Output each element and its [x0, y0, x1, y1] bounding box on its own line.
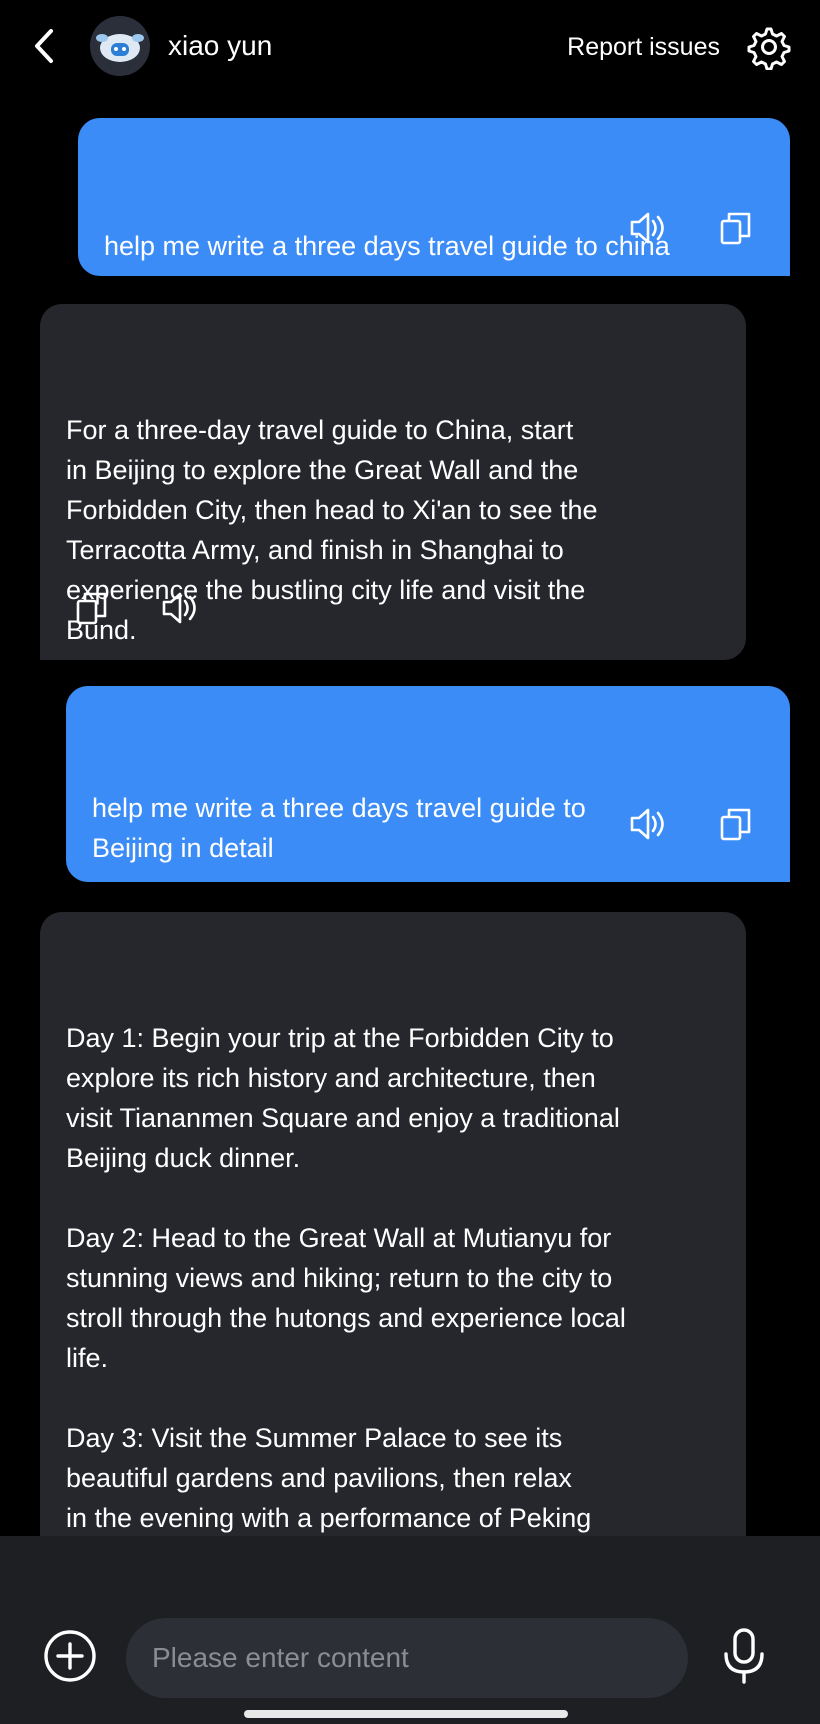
chat-title: xiao yun [168, 30, 273, 61]
message-input[interactable] [150, 1641, 664, 1675]
copy-icon[interactable] [716, 208, 756, 248]
chat-thread[interactable]: help me write a three days travel guide … [0, 96, 820, 1536]
home-indicator[interactable] [244, 1710, 568, 1718]
message-text: Day 1: Begin your trip at the Forbidden … [66, 1023, 626, 1533]
microphone-icon [724, 1628, 764, 1684]
assistant-message: For a three-day travel guide to China, s… [40, 304, 746, 660]
copy-icon[interactable] [72, 588, 112, 628]
plus-circle-icon [44, 1630, 96, 1682]
user-message: help me write a three days travel guide … [78, 118, 790, 276]
chat-header: xiao yun Report issues [0, 0, 820, 96]
add-button[interactable] [42, 1628, 98, 1684]
speaker-icon[interactable] [628, 804, 668, 844]
composer-bar [0, 1536, 820, 1724]
back-button[interactable] [26, 28, 62, 64]
bot-avatar[interactable] [90, 16, 150, 76]
gear-icon [747, 27, 791, 71]
assistant-message: Day 1: Begin your trip at the Forbidden … [40, 912, 746, 1536]
report-issues-link[interactable]: Report issues [567, 30, 720, 64]
chevron-left-icon [35, 29, 53, 63]
message-input-container [126, 1618, 688, 1698]
settings-button[interactable] [746, 24, 792, 71]
user-message: help me write a three days travel guide … [66, 686, 790, 882]
microphone-button[interactable] [718, 1626, 770, 1686]
copy-icon[interactable] [716, 804, 756, 844]
speaker-icon[interactable] [628, 208, 668, 248]
bot-avatar-icon [90, 16, 150, 76]
speaker-icon[interactable] [160, 588, 200, 628]
